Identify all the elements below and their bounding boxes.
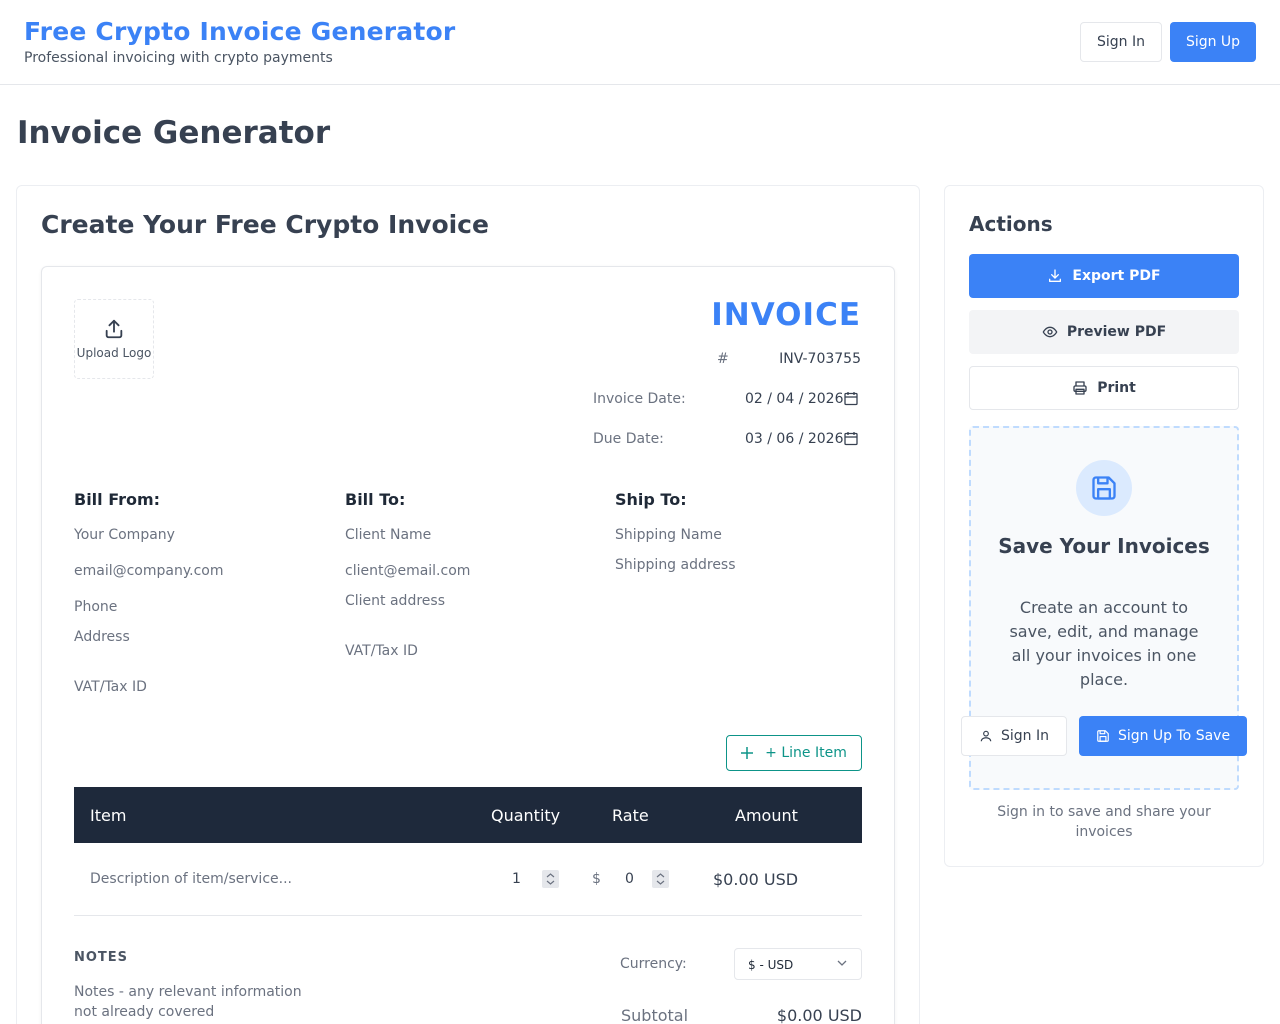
chevron-down-icon xyxy=(837,960,847,966)
line-item-row: Description of item/service... 1 $ 0 $0.… xyxy=(74,843,862,916)
due-date-label: Due Date: xyxy=(593,431,664,447)
item-amount: $0.00 USD xyxy=(713,870,799,889)
ship-to-name-input[interactable]: Shipping Name xyxy=(615,527,722,543)
header-sign-up-button[interactable]: Sign Up xyxy=(1170,22,1256,62)
bill-to-heading: Bill To: xyxy=(345,490,406,509)
sign-up-to-save-label: Sign Up To Save xyxy=(1117,728,1231,744)
bill-to-name-input[interactable]: Client Name xyxy=(345,527,431,543)
subtotal-value: $0.00 USD xyxy=(776,1006,862,1024)
bill-to-email-input[interactable]: client@email.com xyxy=(345,563,470,579)
item-rate-input[interactable]: 0 xyxy=(625,871,634,887)
stepper-arrows-icon xyxy=(656,873,665,885)
bill-from-address-input[interactable]: Address xyxy=(74,629,130,645)
brand-subtitle: Professional invoicing with crypto payme… xyxy=(24,50,333,66)
currency-label: Currency: xyxy=(620,956,687,972)
column-rate: Rate xyxy=(612,806,649,825)
save-invoices-title: Save Your Invoices xyxy=(998,534,1210,558)
add-line-item-button[interactable]: + Line Item xyxy=(726,735,862,771)
bill-to-tax-input[interactable]: VAT/Tax ID xyxy=(345,643,418,659)
page-title: Invoice Generator xyxy=(17,115,331,151)
download-icon xyxy=(1049,269,1062,282)
item-quantity-input[interactable]: 1 xyxy=(512,871,521,887)
ship-to-heading: Ship To: xyxy=(615,490,687,509)
stepper-arrows-icon xyxy=(546,873,555,885)
save-footer-text: Sign in to save and share your invoices xyxy=(997,804,1211,840)
upload-logo-button[interactable]: Upload Logo xyxy=(74,299,154,379)
quantity-stepper[interactable] xyxy=(542,870,559,888)
card-heading: Create Your Free Crypto Invoice xyxy=(41,210,489,239)
currency-select[interactable]: $ - USD xyxy=(734,948,862,980)
invoice-date-input[interactable]: 02 / 04 / 2026 xyxy=(745,391,844,407)
export-pdf-label: Export PDF xyxy=(1072,268,1161,284)
promo-sign-in-button[interactable]: Sign In xyxy=(961,716,1067,756)
user-icon xyxy=(980,730,992,742)
printer-icon xyxy=(1073,381,1087,395)
promo-sign-in-label: Sign In xyxy=(1001,728,1049,744)
invoice-number-input[interactable]: INV-703755 xyxy=(779,351,861,367)
notes-textarea[interactable]: Notes - any relevant information not alr… xyxy=(74,982,324,1022)
subtotal-label: Subtotal xyxy=(621,1006,689,1024)
rate-currency-symbol: $ xyxy=(592,871,601,887)
export-pdf-button[interactable]: Export PDF xyxy=(969,254,1239,298)
invoice-date-label: Invoice Date: xyxy=(593,391,686,407)
save-icon-circle xyxy=(1076,460,1132,516)
calendar-icon[interactable] xyxy=(844,391,858,406)
calendar-icon[interactable] xyxy=(844,431,858,446)
header-sign-in-button[interactable]: Sign In xyxy=(1080,22,1162,62)
bill-from-heading: Bill From: xyxy=(74,490,161,509)
line-items-header: Item Quantity Rate Amount xyxy=(74,787,862,843)
save-invoices-description: Create an account to save, edit, and man… xyxy=(1009,598,1199,689)
print-button[interactable]: Print xyxy=(969,366,1239,410)
plus-icon xyxy=(741,747,754,759)
upload-icon xyxy=(105,319,123,339)
eye-icon xyxy=(1042,326,1058,338)
due-date-input[interactable]: 03 / 06 / 2026 xyxy=(745,431,844,447)
invoice-number-hash: # xyxy=(717,351,729,367)
column-amount: Amount xyxy=(735,806,798,825)
add-line-item-label: + Line Item xyxy=(765,745,847,761)
print-label: Print xyxy=(1097,380,1136,396)
top-header: Free Crypto Invoice Generator Profession… xyxy=(0,0,1280,85)
brand-title[interactable]: Free Crypto Invoice Generator xyxy=(24,17,455,46)
bill-from-company-input[interactable]: Your Company xyxy=(74,527,175,543)
actions-heading: Actions xyxy=(969,212,1053,236)
item-description-input[interactable]: Description of item/service... xyxy=(90,871,292,887)
sign-up-to-save-button[interactable]: Sign Up To Save xyxy=(1079,716,1247,756)
preview-pdf-button[interactable]: Preview PDF xyxy=(969,310,1239,354)
column-item: Item xyxy=(90,806,127,825)
ship-to-address-input[interactable]: Shipping address xyxy=(615,557,736,573)
upload-logo-label: Upload Logo xyxy=(76,346,152,360)
save-icon xyxy=(1092,476,1116,500)
bill-from-phone-input[interactable]: Phone xyxy=(74,599,117,615)
invoice-title: INVOICE xyxy=(711,297,861,333)
save-icon xyxy=(1097,730,1109,742)
rate-stepper[interactable] xyxy=(652,870,669,888)
column-quantity: Quantity xyxy=(491,806,561,825)
preview-pdf-label: Preview PDF xyxy=(1066,324,1167,340)
currency-selected-value: $ - USD xyxy=(748,958,794,972)
bill-from-email-input[interactable]: email@company.com xyxy=(74,563,224,579)
bill-to-address-input[interactable]: Client address xyxy=(345,593,445,609)
bill-from-tax-input[interactable]: VAT/Tax ID xyxy=(74,679,147,695)
notes-heading: NOTES xyxy=(74,950,129,965)
